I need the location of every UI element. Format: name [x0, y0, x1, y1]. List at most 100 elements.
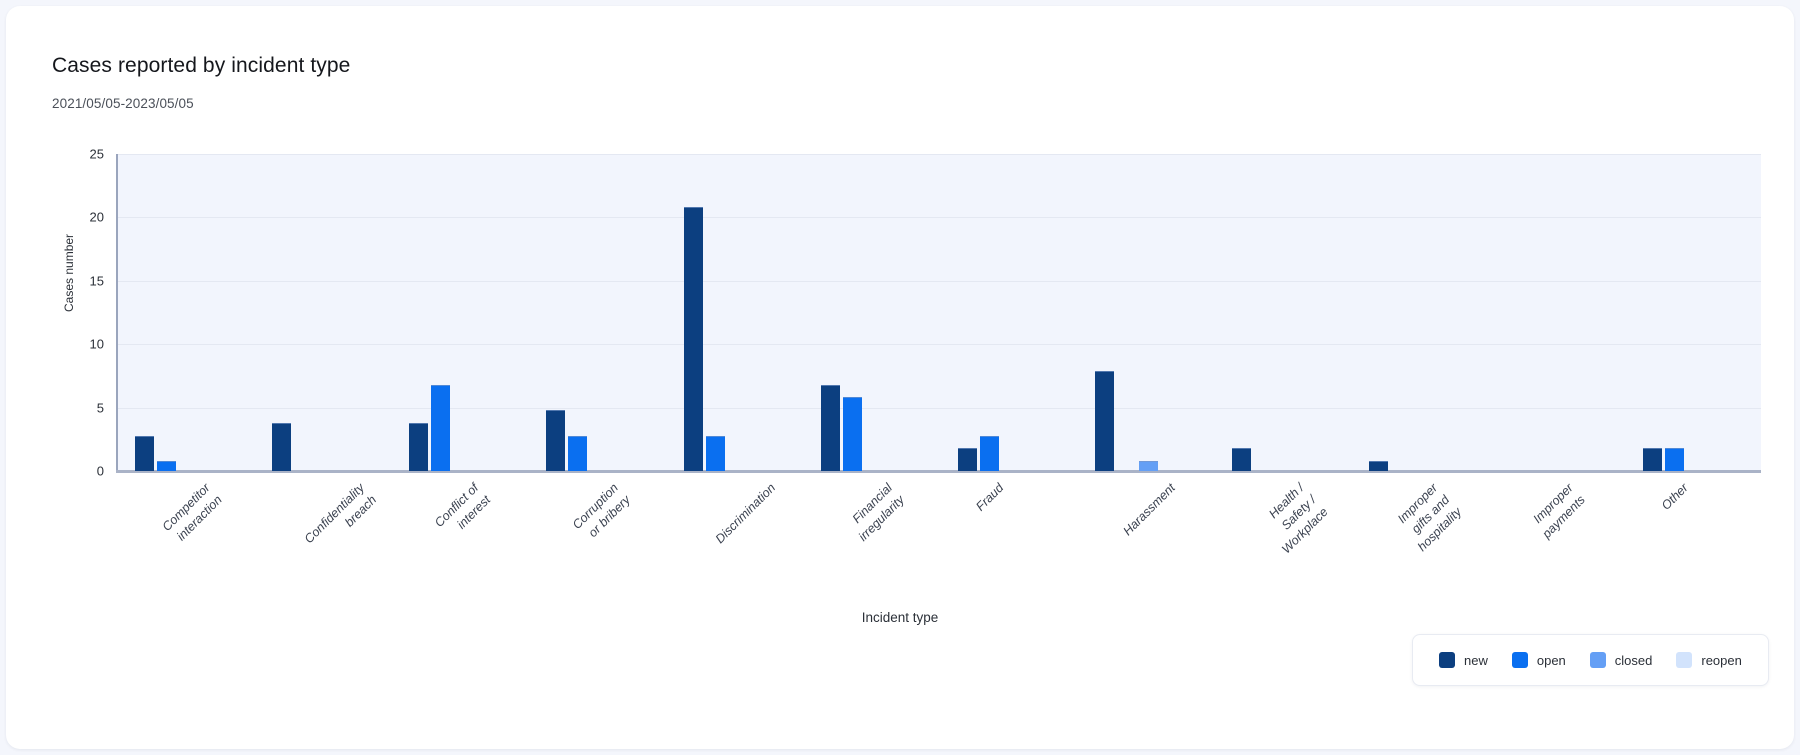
bar-open[interactable] [1665, 448, 1685, 471]
bar-slot [820, 154, 840, 471]
bar-slot [1506, 154, 1525, 471]
bar-slot [1161, 154, 1180, 471]
bar-slot [1413, 154, 1432, 471]
bar-slot [590, 154, 609, 471]
bar-slot [338, 154, 357, 471]
bar-new[interactable] [820, 384, 840, 471]
bar-new[interactable] [1094, 370, 1114, 471]
x-label-cell: Improper payments [1487, 476, 1624, 606]
bar-slot [546, 154, 566, 471]
bar-group [1350, 154, 1487, 471]
legend-label: reopen [1701, 652, 1742, 668]
bar-slot [979, 154, 999, 471]
bar-group [1487, 154, 1624, 471]
bar-new[interactable] [546, 410, 566, 471]
x-label-cell: Corruption or bribery [527, 476, 664, 606]
bar-slots [1076, 154, 1213, 471]
bar-slot [1435, 154, 1454, 471]
bar-slot [272, 154, 292, 471]
bar-slots [1350, 154, 1487, 471]
bar-new[interactable] [135, 435, 155, 471]
legend-label: closed [1614, 652, 1653, 668]
bar-new[interactable] [957, 448, 977, 471]
chart-legend[interactable]: new open closed reopen [1412, 634, 1769, 686]
x-label-cell: Harassment [1076, 476, 1213, 606]
x-axis-labels: Competitor interaction Confidentiality brea… [116, 476, 1761, 606]
bar-slot [865, 154, 884, 471]
bar-closed[interactable] [1138, 460, 1158, 471]
x-axis-title: Incident type [861, 610, 939, 625]
plot-area: 0 5 10 15 20 25 [90, 147, 1761, 479]
bar-slot [294, 154, 313, 471]
bar-open[interactable] [431, 384, 451, 471]
bar-slot [1572, 154, 1591, 471]
bar-new[interactable] [272, 422, 292, 471]
bar-slot [157, 154, 177, 471]
y-tick-label: 0 [96, 463, 104, 479]
legend-label: open [1536, 652, 1566, 668]
bar-slots [390, 154, 527, 471]
bar-slot [431, 154, 451, 471]
bar-group [801, 154, 938, 471]
y-tick-label: 20 [89, 209, 104, 225]
bar-slot [316, 154, 335, 471]
legend-item-closed[interactable]: closed [1589, 652, 1653, 668]
legend-swatch-icon [1589, 652, 1606, 668]
bar-group [116, 154, 253, 471]
page-title: Cases reported by incident type [52, 54, 351, 77]
bar-new[interactable] [409, 422, 429, 471]
x-label-cell: Competitor interaction [116, 476, 253, 606]
bar-open[interactable] [705, 435, 725, 471]
bar-slot [1117, 154, 1136, 471]
x-tick-label: Health / Safety / Workplace [1266, 480, 1331, 557]
x-label-cell: Financial irregularity [801, 476, 938, 606]
bar-open[interactable] [979, 435, 999, 471]
bar-slot [1276, 154, 1295, 471]
y-tick-label: 25 [89, 146, 104, 162]
bar-new[interactable] [1643, 448, 1663, 471]
bar-new[interactable] [1368, 460, 1388, 471]
bar-group [1076, 154, 1213, 471]
legend-item-new[interactable]: new [1439, 652, 1488, 668]
legend-swatch-icon [1439, 652, 1455, 668]
bar-new[interactable] [1231, 448, 1251, 471]
bar-open[interactable] [157, 460, 177, 471]
x-label-cell: Conflict of interest [390, 476, 527, 606]
bar-slot [1687, 154, 1706, 471]
bar-slot [957, 154, 977, 471]
x-label-cell: Confidentiality breach [253, 476, 390, 606]
bar-slot [612, 154, 631, 471]
legend-item-reopen[interactable]: reopen [1676, 652, 1742, 668]
x-tick-label: Financial irregularity [849, 480, 908, 544]
bar-groups [116, 154, 1761, 471]
bar-open[interactable] [842, 397, 862, 471]
bar-slot [1231, 154, 1251, 471]
bar-slot [1138, 154, 1158, 471]
bar-slot [568, 154, 588, 471]
bar-slots [253, 154, 390, 471]
bar-group [1213, 154, 1350, 471]
y-tick-label: 15 [89, 273, 104, 289]
x-tick-label: Fraud [973, 480, 1007, 514]
x-label-cell: Other [1624, 476, 1761, 606]
bar-slots [938, 154, 1075, 471]
bar-slot [1368, 154, 1388, 471]
legend-item-open[interactable]: open [1511, 652, 1566, 668]
x-tick-label: Improper gifts and hospitality [1395, 480, 1465, 554]
x-label-cell: Improper gifts and hospitality [1350, 476, 1487, 606]
bar-slot [1709, 154, 1728, 471]
bar-open[interactable] [568, 435, 588, 471]
bar-slots [527, 154, 664, 471]
bar-slots [116, 154, 253, 471]
bar-slot [750, 154, 769, 471]
bar-new[interactable] [683, 207, 703, 471]
legend-swatch-icon [1511, 652, 1528, 668]
bar-slot [409, 154, 429, 471]
bar-slot [1298, 154, 1317, 471]
bar-group [527, 154, 664, 471]
bar-slot [1665, 154, 1685, 471]
bar-group [390, 154, 527, 471]
legend-swatch-icon [1676, 652, 1693, 668]
x-label-cell: Discrimination [664, 476, 801, 606]
x-tick-label: Harassment [1120, 480, 1179, 539]
